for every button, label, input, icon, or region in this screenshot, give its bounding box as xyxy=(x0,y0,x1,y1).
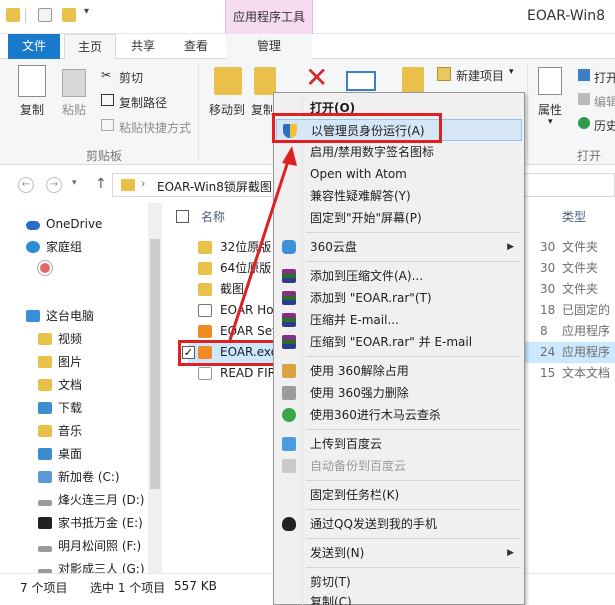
annotation-arrow-head xyxy=(282,146,297,166)
annotation-arrow xyxy=(228,146,297,341)
annotation-arrow-line xyxy=(228,154,292,341)
